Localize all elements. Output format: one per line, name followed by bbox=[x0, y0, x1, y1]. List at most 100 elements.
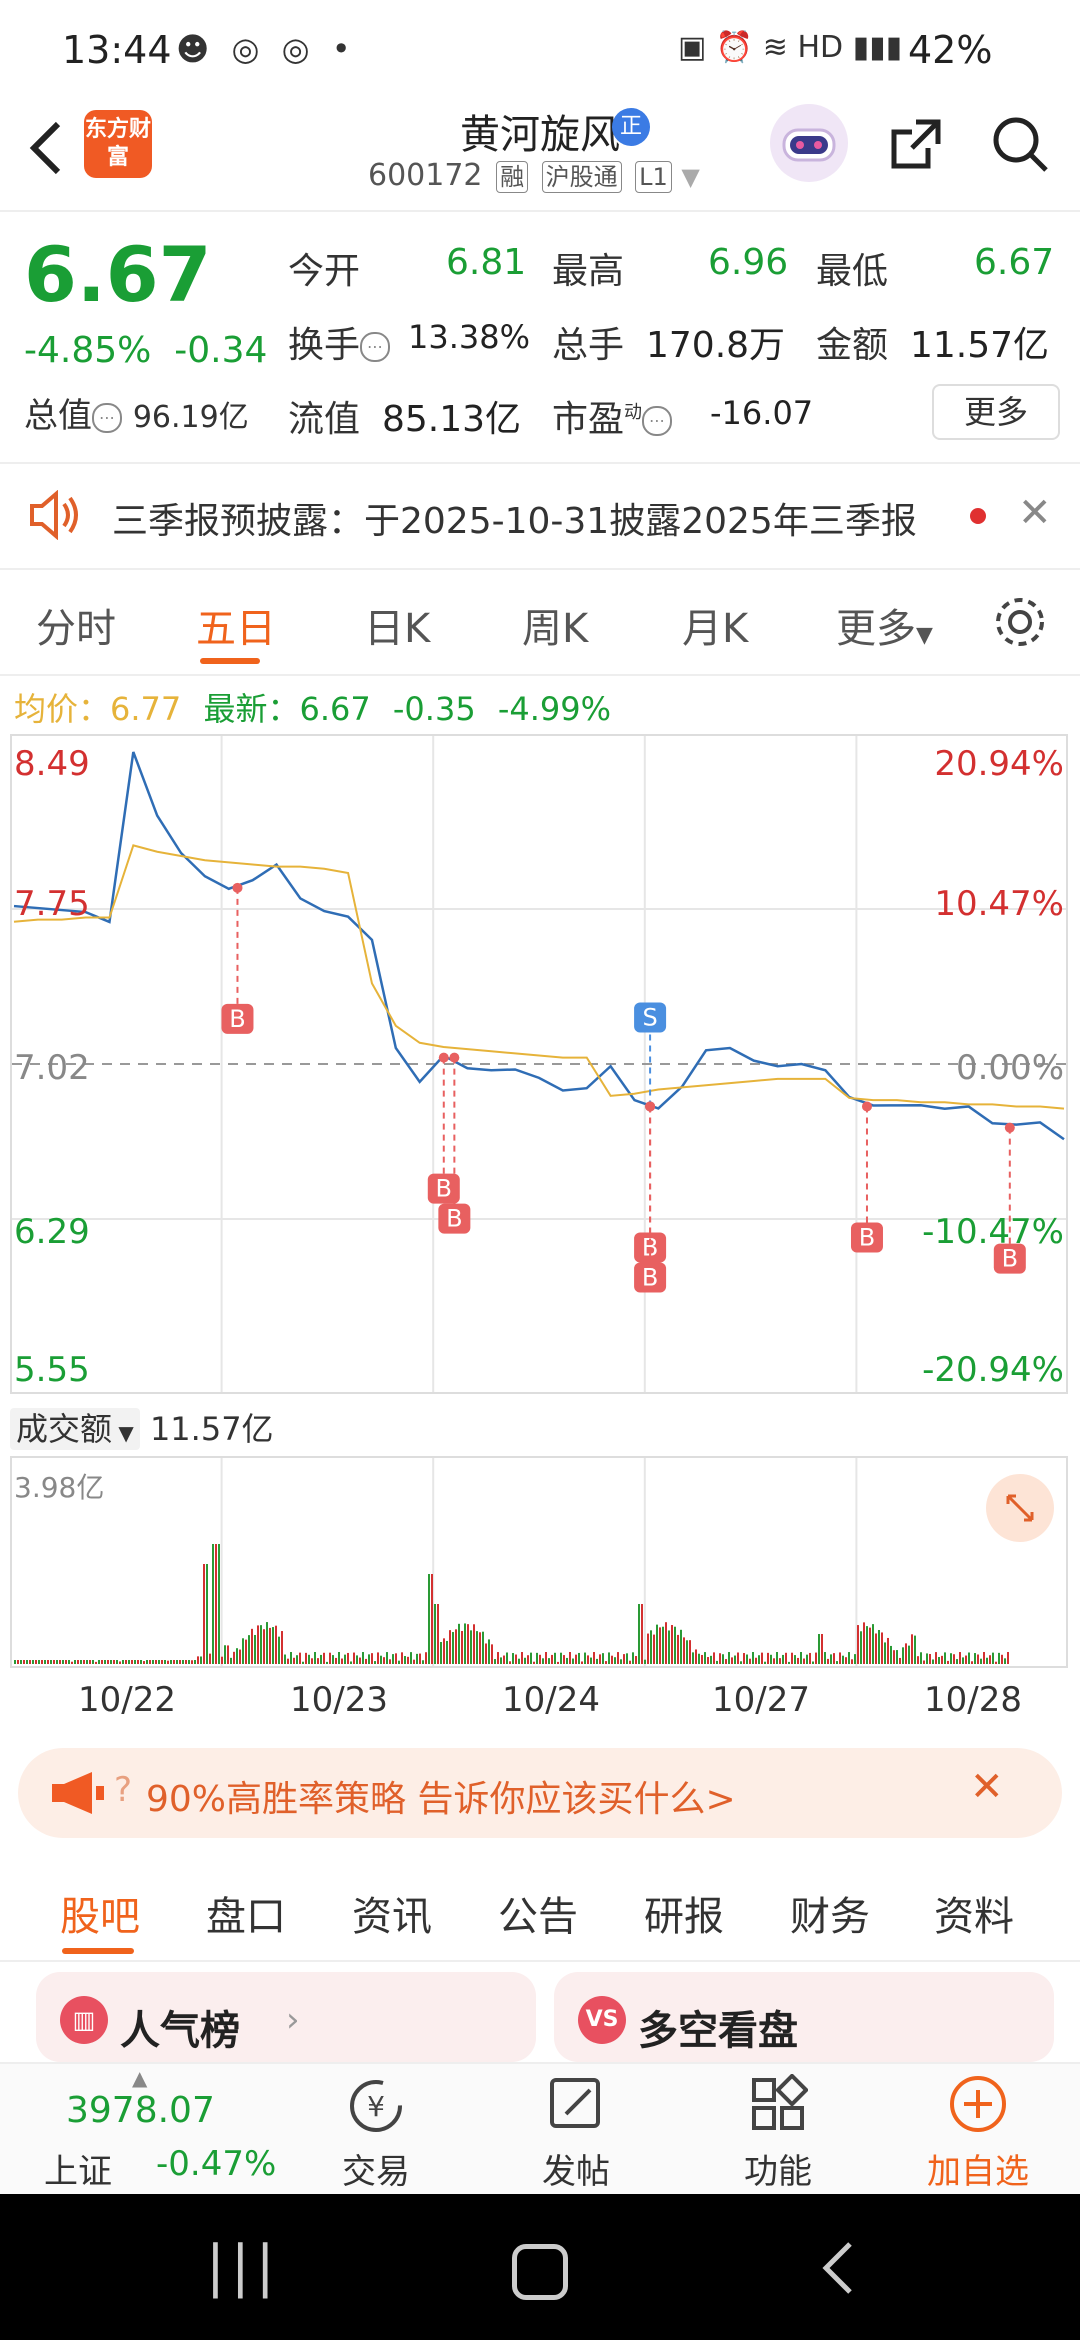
volume-bar bbox=[350, 1661, 352, 1664]
last-price: 6.67 bbox=[24, 230, 212, 319]
volume-bar bbox=[470, 1630, 472, 1664]
add-watchlist-button[interactable]: 加自选 bbox=[888, 2064, 1068, 2196]
volume-bar bbox=[560, 1652, 562, 1664]
y-tick-right: 20.94% bbox=[934, 744, 1064, 784]
close-icon[interactable]: ✕ bbox=[1018, 490, 1052, 536]
function-button[interactable]: 功能 bbox=[688, 2064, 868, 2196]
volume-bar bbox=[734, 1655, 736, 1664]
five-day-chart[interactable]: BBBSBBBB 8.49 7.75 7.02 6.29 5.55 20.94%… bbox=[10, 734, 1068, 1394]
volume-bar bbox=[542, 1658, 544, 1664]
volume-bar bbox=[710, 1655, 712, 1664]
tab-profile[interactable]: 资料 bbox=[934, 1884, 1014, 1942]
trade-button[interactable]: ¥ 交易 bbox=[286, 2064, 466, 2196]
volume-bar bbox=[311, 1658, 313, 1664]
gear-icon[interactable] bbox=[990, 592, 1050, 652]
volume-bar bbox=[56, 1660, 58, 1664]
volume-bar bbox=[467, 1624, 469, 1664]
volume-bar bbox=[677, 1634, 679, 1664]
volume-bar bbox=[407, 1656, 409, 1664]
volume-bar bbox=[1001, 1654, 1003, 1664]
volume-bar bbox=[248, 1635, 250, 1664]
share-icon[interactable] bbox=[886, 114, 946, 174]
more-button[interactable]: 更多 bbox=[932, 384, 1060, 440]
close-icon[interactable]: ✕ bbox=[970, 1764, 1004, 1810]
long-short-card[interactable]: VS 多空看盘 bbox=[554, 1972, 1054, 2062]
volume-bar bbox=[650, 1630, 652, 1664]
volume-bar bbox=[254, 1634, 256, 1664]
index-name: 上证 bbox=[44, 2152, 112, 2192]
tab-more[interactable]: 更多▼ bbox=[836, 596, 933, 654]
volume-bar bbox=[833, 1653, 835, 1664]
tab-monthly-k[interactable]: 月K bbox=[682, 596, 748, 654]
amount-label: 金额 bbox=[816, 325, 889, 366]
yen-icon: ¥ bbox=[350, 2080, 402, 2132]
volume-bar bbox=[680, 1629, 682, 1664]
volume-bar bbox=[623, 1654, 625, 1664]
volume-bar bbox=[251, 1628, 253, 1664]
volume-bar bbox=[845, 1657, 847, 1664]
volume-bar bbox=[236, 1648, 238, 1664]
float-value-label: 流值 bbox=[288, 399, 361, 440]
search-icon[interactable] bbox=[990, 114, 1050, 174]
home-icon[interactable] bbox=[512, 2244, 568, 2300]
notice-bar[interactable]: 三季报预披露：于2025-10-31披露2025年三季报 ✕ bbox=[0, 462, 1080, 570]
volume-bar bbox=[233, 1651, 235, 1664]
svg-text:¥: ¥ bbox=[367, 2090, 385, 2123]
tab-finance[interactable]: 财务 bbox=[790, 1884, 870, 1942]
volume-bar bbox=[20, 1660, 22, 1664]
popularity-card[interactable]: ▥ 人气榜 › bbox=[36, 1972, 536, 2062]
stock-code-row[interactable]: 600172 融 沪股通 L1 ▼ bbox=[368, 158, 700, 193]
grid-icon bbox=[752, 2074, 808, 2130]
chevron-right-icon: › bbox=[286, 2000, 300, 2040]
volume-bar bbox=[83, 1660, 85, 1664]
tab-weekly-k[interactable]: 周K bbox=[522, 596, 588, 654]
tab-announcements[interactable]: 公告 bbox=[498, 1884, 578, 1942]
volume-bar bbox=[356, 1655, 358, 1664]
volume-bar bbox=[458, 1623, 460, 1664]
volume-bar bbox=[173, 1660, 175, 1664]
volume-bar bbox=[803, 1658, 805, 1664]
high-value: 6.96 bbox=[708, 242, 789, 283]
volume-bar bbox=[689, 1640, 691, 1664]
volume-bar bbox=[647, 1633, 649, 1664]
assistant-avatar[interactable] bbox=[770, 104, 848, 182]
tab-intraday[interactable]: 分时 bbox=[36, 596, 116, 654]
volume-bar bbox=[563, 1655, 565, 1664]
turnover-label: 换手 ⋯ bbox=[288, 316, 391, 368]
nav-back-icon[interactable] bbox=[818, 2240, 858, 2296]
expand-icon[interactable] bbox=[986, 1474, 1054, 1542]
recent-apps-icon[interactable]: ||| bbox=[206, 2234, 281, 2299]
volume-bar bbox=[41, 1660, 43, 1664]
volume-bar bbox=[587, 1655, 589, 1664]
tab-news[interactable]: 资讯 bbox=[352, 1884, 432, 1942]
volume-bar bbox=[914, 1635, 916, 1664]
volume-bar bbox=[26, 1660, 28, 1664]
volume-bar bbox=[302, 1661, 304, 1664]
volume-selector[interactable]: 成交额 ▼ 11.57亿 bbox=[10, 1404, 274, 1450]
post-button[interactable]: 发帖 bbox=[486, 2064, 666, 2196]
strategy-banner[interactable]: ? 90%高胜率策略 告诉你应该买什么> ✕ bbox=[18, 1748, 1062, 1838]
volume-bar bbox=[548, 1658, 550, 1664]
index-widget[interactable]: ▲ 3978.07 上证 -0.47% bbox=[0, 2064, 276, 2196]
volume-bar bbox=[725, 1659, 727, 1664]
tab-orderbook[interactable]: 盘口 bbox=[206, 1884, 286, 1942]
volume-bar bbox=[215, 1544, 217, 1664]
tab-research[interactable]: 研报 bbox=[644, 1884, 724, 1942]
tab-daily-k[interactable]: 日K bbox=[364, 596, 430, 654]
volume-bar bbox=[824, 1652, 826, 1664]
volume-bar bbox=[524, 1657, 526, 1664]
volume-bar bbox=[881, 1632, 883, 1664]
volume-bar bbox=[698, 1653, 700, 1664]
volume-bar bbox=[836, 1661, 838, 1664]
tab-forum[interactable]: 股吧 bbox=[60, 1884, 140, 1942]
volume-bar bbox=[464, 1623, 466, 1664]
volume-bar bbox=[152, 1660, 154, 1664]
volume-bar bbox=[197, 1656, 199, 1664]
trade-marker-label: B bbox=[229, 1005, 245, 1033]
volume-bar bbox=[713, 1652, 715, 1664]
volume-bar bbox=[812, 1661, 814, 1664]
tab-five-day[interactable]: 五日 bbox=[196, 596, 276, 654]
low-label: 最低 bbox=[816, 251, 889, 292]
volume-bar bbox=[761, 1652, 763, 1664]
volume-bar bbox=[989, 1655, 991, 1664]
